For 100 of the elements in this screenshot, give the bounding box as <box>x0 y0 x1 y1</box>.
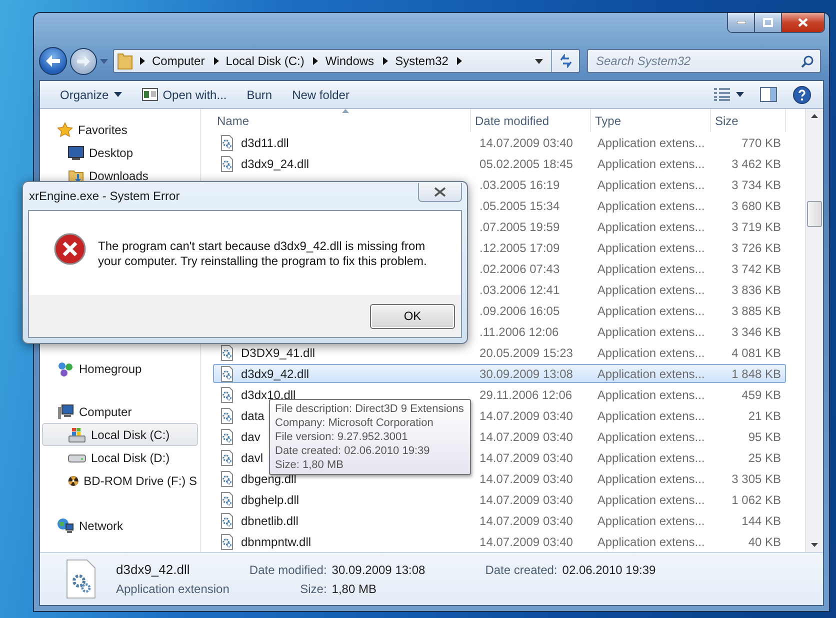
toolbar-button[interactable]: Organize <box>52 84 130 104</box>
type-cell: Application extens... <box>597 282 705 296</box>
dll-file-icon <box>219 344 235 360</box>
type-cell: Application extens... <box>597 366 705 380</box>
date-cell: .12.2005 17:09 <box>480 240 560 254</box>
tooltip-line: File version: 9.27.952.3001 <box>275 430 409 444</box>
type-cell: Application extens... <box>597 136 705 150</box>
file-name: D3DX9_41.dll <box>241 346 316 360</box>
sidebar-item[interactable]: Computer <box>42 400 198 423</box>
column-header[interactable]: Name <box>213 109 471 132</box>
date-cell: 14.07.2009 03:40 <box>480 472 573 486</box>
size-cell: 4 081 KB <box>732 346 782 360</box>
sidebar-item[interactable]: Local Disk (D:) <box>42 446 198 469</box>
type-cell: Application extens... <box>597 304 705 318</box>
dll-file-icon <box>219 428 235 444</box>
size-cell: 1 062 KB <box>732 492 782 506</box>
size-cell: 3 305 KB <box>732 472 782 486</box>
type-cell: Application extens... <box>597 534 705 548</box>
type-cell: Application extens... <box>597 198 705 212</box>
help-icon <box>793 86 811 104</box>
detail-value: 30.09.2009 13:08 <box>332 562 426 576</box>
type-cell: Application extens... <box>597 430 705 444</box>
date-cell: .03.2005 16:19 <box>480 178 560 192</box>
date-cell: 30.09.2009 13:08 <box>480 366 573 380</box>
type-cell: Application extens... <box>597 388 705 402</box>
type-cell: Application extens... <box>597 514 705 528</box>
detail-value: 02.06.2010 19:39 <box>562 562 656 576</box>
search-field[interactable]: Search System32 <box>587 49 821 74</box>
sidebar-item[interactable]: Homegroup <box>42 357 198 380</box>
close-icon <box>434 186 446 196</box>
type-cell: Application extens... <box>597 220 705 234</box>
date-cell: .11.2006 12:06 <box>480 324 559 338</box>
size-cell: 3 346 KB <box>732 324 782 338</box>
date-cell: 14.07.2009 03:40 <box>480 430 573 444</box>
file-name: davl <box>241 450 264 464</box>
arrow-right-icon <box>77 56 90 67</box>
toolbar-button[interactable]: Burn <box>238 84 280 104</box>
address-bar[interactable]: Computer Local Disk (C:) Windows System32 <box>113 49 580 74</box>
detail-label: Date modified: <box>249 562 327 576</box>
tooltip-line: Company: Microsoft Corporation <box>275 416 434 430</box>
selected-file-row[interactable]: d3dx9_42.dll 30.09.2009 13:08 Application extens... 1 848 KB <box>213 364 786 383</box>
file-name: d3dx9_42.dll <box>116 562 191 577</box>
file-name: dbgeng.dll <box>241 472 296 486</box>
toolbar-button[interactable]: New folder <box>284 84 358 104</box>
breadcrumb[interactable]: System32 <box>390 54 454 68</box>
chevron-right-icon <box>214 57 219 66</box>
minimize-icon <box>736 21 746 24</box>
size-cell: 1 848 KB <box>732 366 782 380</box>
column-header[interactable]: Size <box>711 109 786 132</box>
scroll-thumb[interactable] <box>807 201 822 227</box>
maximize-icon <box>763 18 773 27</box>
caret-down-icon <box>535 58 543 64</box>
type-cell: Application extens... <box>597 492 705 506</box>
file-name: d3d11.dll <box>241 136 289 150</box>
back-button[interactable] <box>39 47 67 76</box>
breadcrumb[interactable]: Local Disk (C:) <box>220 54 310 68</box>
detail-label: Date created: <box>485 562 558 576</box>
search-icon <box>801 54 814 68</box>
sidebar-item[interactable]: BD-ROM Drive (F:) S <box>42 469 198 492</box>
network-icon <box>57 518 74 534</box>
close-button[interactable] <box>418 182 462 202</box>
star-icon <box>57 122 73 138</box>
size-cell: 3 719 KB <box>732 220 782 234</box>
ok-button[interactable]: OK <box>370 304 455 328</box>
chevron-right-icon <box>140 57 145 66</box>
computer-icon <box>57 404 74 420</box>
maximize-button[interactable] <box>754 13 781 32</box>
size-cell: 459 KB <box>742 388 782 402</box>
scroll-down-icon <box>811 543 818 547</box>
size-cell: 3 726 KB <box>732 240 782 254</box>
date-cell: .09.2006 16:05 <box>480 304 560 318</box>
sidebar-item[interactable]: Favorites <box>42 118 198 141</box>
file-name: dav <box>241 430 260 444</box>
drive-icon <box>68 452 86 462</box>
caret-down-icon <box>736 92 744 97</box>
close-button[interactable] <box>781 13 824 32</box>
close-icon <box>798 18 808 27</box>
breadcrumb[interactable]: Windows <box>320 54 380 68</box>
forward-button[interactable] <box>70 48 97 75</box>
tooltip-line: File description: Direct3D 9 Extensions <box>275 402 464 416</box>
date-cell: 14.07.2009 03:40 <box>480 450 573 464</box>
scrollbar[interactable] <box>805 109 823 552</box>
dialog-title: xrEngine.exe - System Error <box>28 189 180 203</box>
column-header[interactable]: Type <box>591 109 711 132</box>
sidebar-item[interactable]: Desktop <box>42 141 198 164</box>
sidebar-item[interactable]: Network <box>42 514 198 537</box>
error-icon <box>54 233 86 265</box>
detail-value: 1,80 MB <box>332 582 378 596</box>
breadcrumb[interactable]: Computer <box>147 54 210 68</box>
file-name: d3dx10.dll <box>241 388 296 402</box>
sort-arrow-icon <box>342 109 348 113</box>
date-cell: 20.05.2009 15:23 <box>480 346 573 360</box>
sidebar-item[interactable]: Local Disk (C:) <box>42 423 198 446</box>
tooltip-line: Size: 1,80 MB <box>275 458 344 472</box>
dll-file-icon <box>219 534 235 550</box>
date-cell: .03.2006 12:41 <box>480 282 560 296</box>
type-cell: Application extens... <box>597 178 705 192</box>
column-header[interactable]: Date modified <box>471 109 591 132</box>
search-input[interactable]: Search System32 <box>594 53 801 70</box>
toolbar-button[interactable]: Open with... <box>134 84 235 104</box>
